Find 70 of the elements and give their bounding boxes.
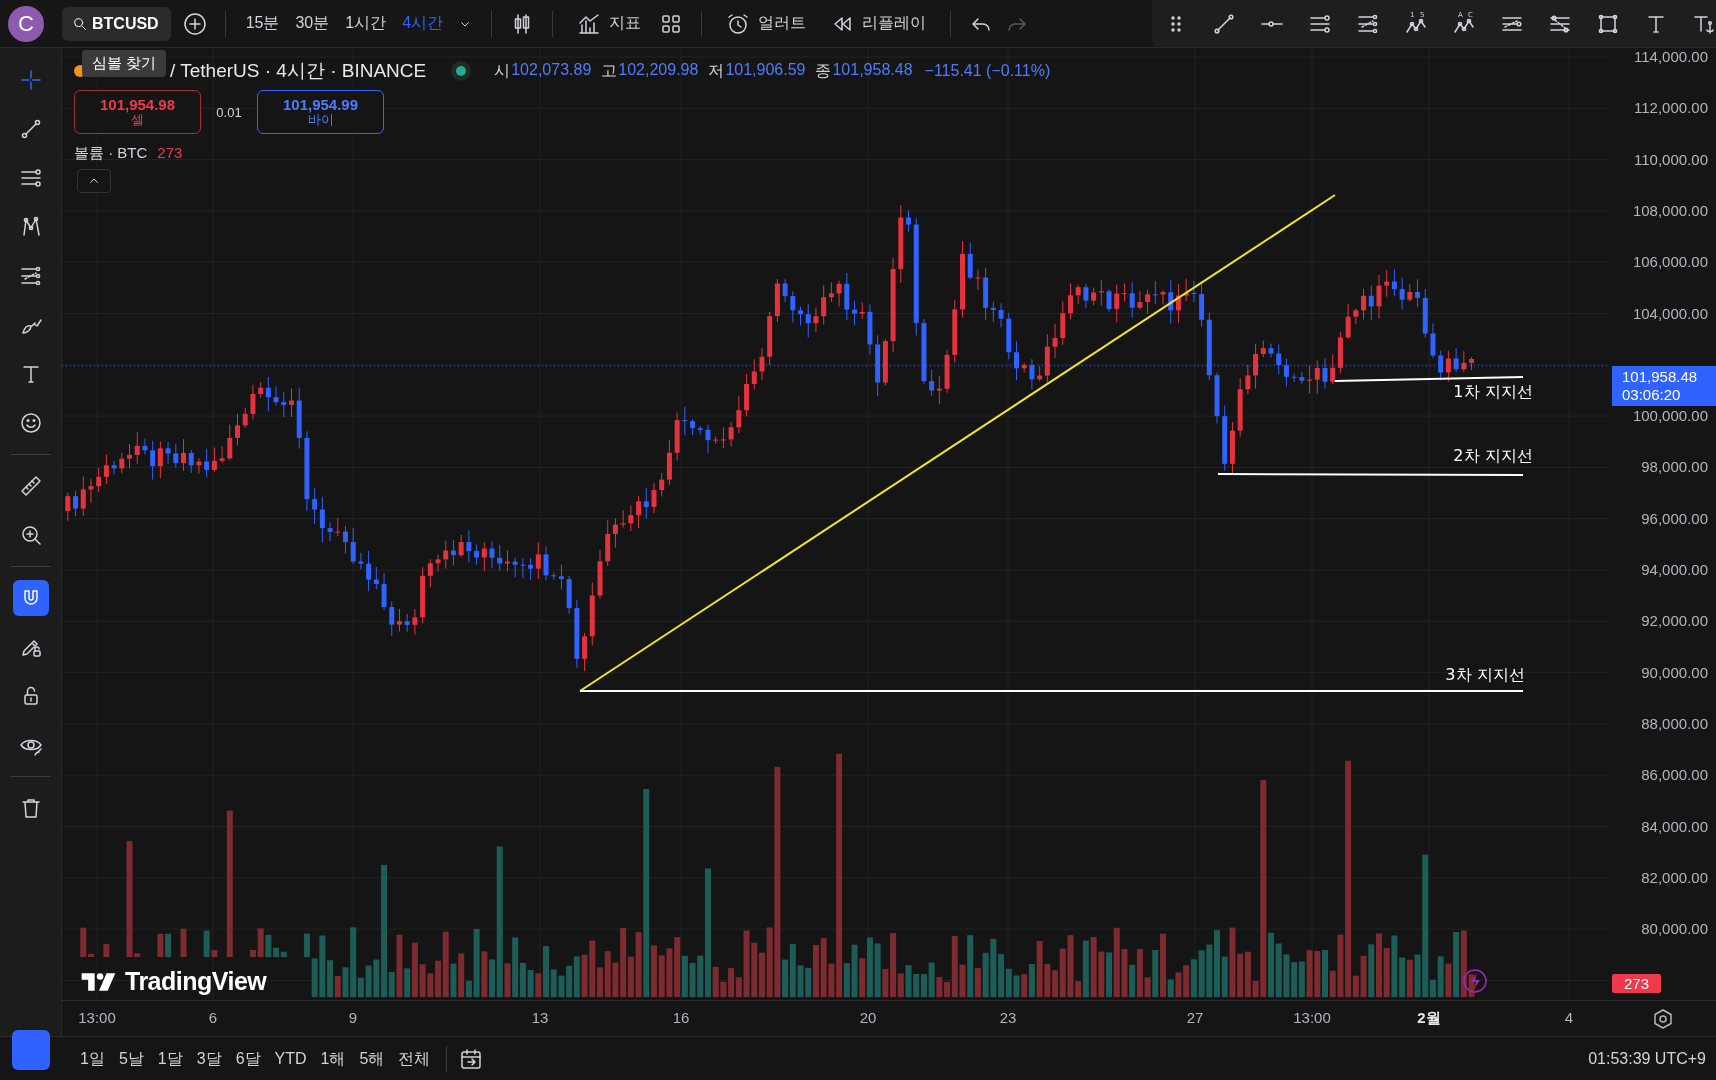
price-label: 96,000.00 [1641, 509, 1708, 528]
time-label: 4 [1564, 1009, 1574, 1026]
quantity-text: 0.01 [215, 104, 243, 120]
tradingview-logo-text: TradingView [125, 967, 267, 996]
interval-button[interactable]: 1시간 [343, 9, 389, 38]
price-label: 114,000.00 [1634, 48, 1708, 66]
ohlc-label: 저 [708, 60, 725, 81]
ohlc-label: 고 [601, 60, 618, 81]
range-button[interactable]: 5해 [355, 1044, 389, 1074]
range-button[interactable]: 1달 [153, 1044, 187, 1074]
clock-text: 01:53:39 UTC+9 [1588, 1050, 1706, 1068]
volume-value: 273 [157, 144, 183, 163]
time-label: 13 [531, 1009, 549, 1026]
support-label: 3차 지지선 [1445, 665, 1525, 684]
account-avatar[interactable]: C [8, 5, 44, 42]
replay-button[interactable]: 리플레이 [824, 7, 933, 40]
indicators-button[interactable]: 지표 [571, 7, 648, 40]
interval-button[interactable]: 15분 [243, 9, 282, 38]
price-label: 112,000.00 [1634, 99, 1708, 118]
ohlc-value: 102,073.89 [511, 60, 592, 80]
volume-badge: 273 [1612, 974, 1662, 993]
price-label: 104,000.00 [1632, 304, 1708, 323]
support-label: 2차 지지선 [1453, 446, 1533, 465]
symbol-search-button[interactable]: BTCUSD [62, 6, 171, 41]
sell-button[interactable]: 101,954.98 셀 [74, 90, 201, 134]
range-button[interactable]: 전체 [394, 1044, 435, 1074]
ohlc-value: 102,209.98 [618, 60, 699, 80]
time-label: 6 [208, 1009, 218, 1026]
range-button[interactable]: 5날 [114, 1044, 148, 1074]
price-label: 106,000.00 [1632, 253, 1708, 272]
time-label: 20 [859, 1009, 877, 1026]
price-label: 94,000.00 [1641, 561, 1708, 579]
ohlc-label: 시 [494, 60, 511, 81]
support-label: 1차 지지선 [1453, 382, 1533, 401]
time-label: 2월 [1417, 1009, 1441, 1028]
buy-button[interactable]: 101,954.99 바이 [257, 90, 384, 134]
price-label: 110,000.00 [1634, 150, 1708, 169]
volume-label: 볼륨 · BTC [74, 144, 148, 163]
time-label: 27 [1186, 1009, 1204, 1026]
ohlc-value: 101,906.59 [725, 60, 806, 80]
range-button[interactable]: YTD [270, 1046, 311, 1072]
time-label: 23 [999, 1009, 1017, 1026]
range-button[interactable]: 1해 [316, 1044, 350, 1074]
price-label: 86,000.00 [1641, 766, 1708, 785]
alert-button[interactable]: 얼러트 [720, 7, 813, 40]
last-price-value: 101,958.48 [1622, 368, 1699, 386]
price-label: 80,000.00 [1641, 920, 1708, 939]
symbol-title: / TetherUS · 4시간 · BINANCE [170, 59, 427, 83]
price-label: 108,000.00 [1632, 201, 1708, 220]
price-label: 90,000.00 [1641, 663, 1708, 682]
countdown-text: 03:06:20 [1622, 386, 1682, 404]
time-label: 9 [348, 1009, 358, 1026]
price-label: 98,000.00 [1641, 458, 1708, 477]
interval-button[interactable]: 4시간 [400, 9, 446, 38]
price-label: 88,000.00 [1641, 714, 1708, 733]
range-button[interactable]: 1일 [76, 1044, 109, 1074]
interval-button[interactable]: 30분 [293, 9, 332, 38]
time-label: 13:00 [1293, 1009, 1331, 1026]
range-button[interactable]: 6달 [231, 1044, 265, 1074]
ohlc-value: 101,958.48 [832, 60, 913, 80]
price-label: 84,000.00 [1641, 817, 1708, 836]
price-label: 92,000.00 [1641, 612, 1708, 631]
time-label: 13:00 [78, 1009, 116, 1026]
tooltip: 심볼 찾기 [82, 50, 167, 77]
time-label: 16 [672, 1009, 690, 1026]
range-button[interactable]: 3달 [192, 1044, 226, 1074]
price-label: 82,000.00 [1641, 868, 1708, 887]
ohlc-label: 종 [815, 60, 832, 81]
price-change: −115.41 (−0.11%) [924, 62, 1051, 80]
price-label: 100,000.00 [1632, 407, 1708, 426]
